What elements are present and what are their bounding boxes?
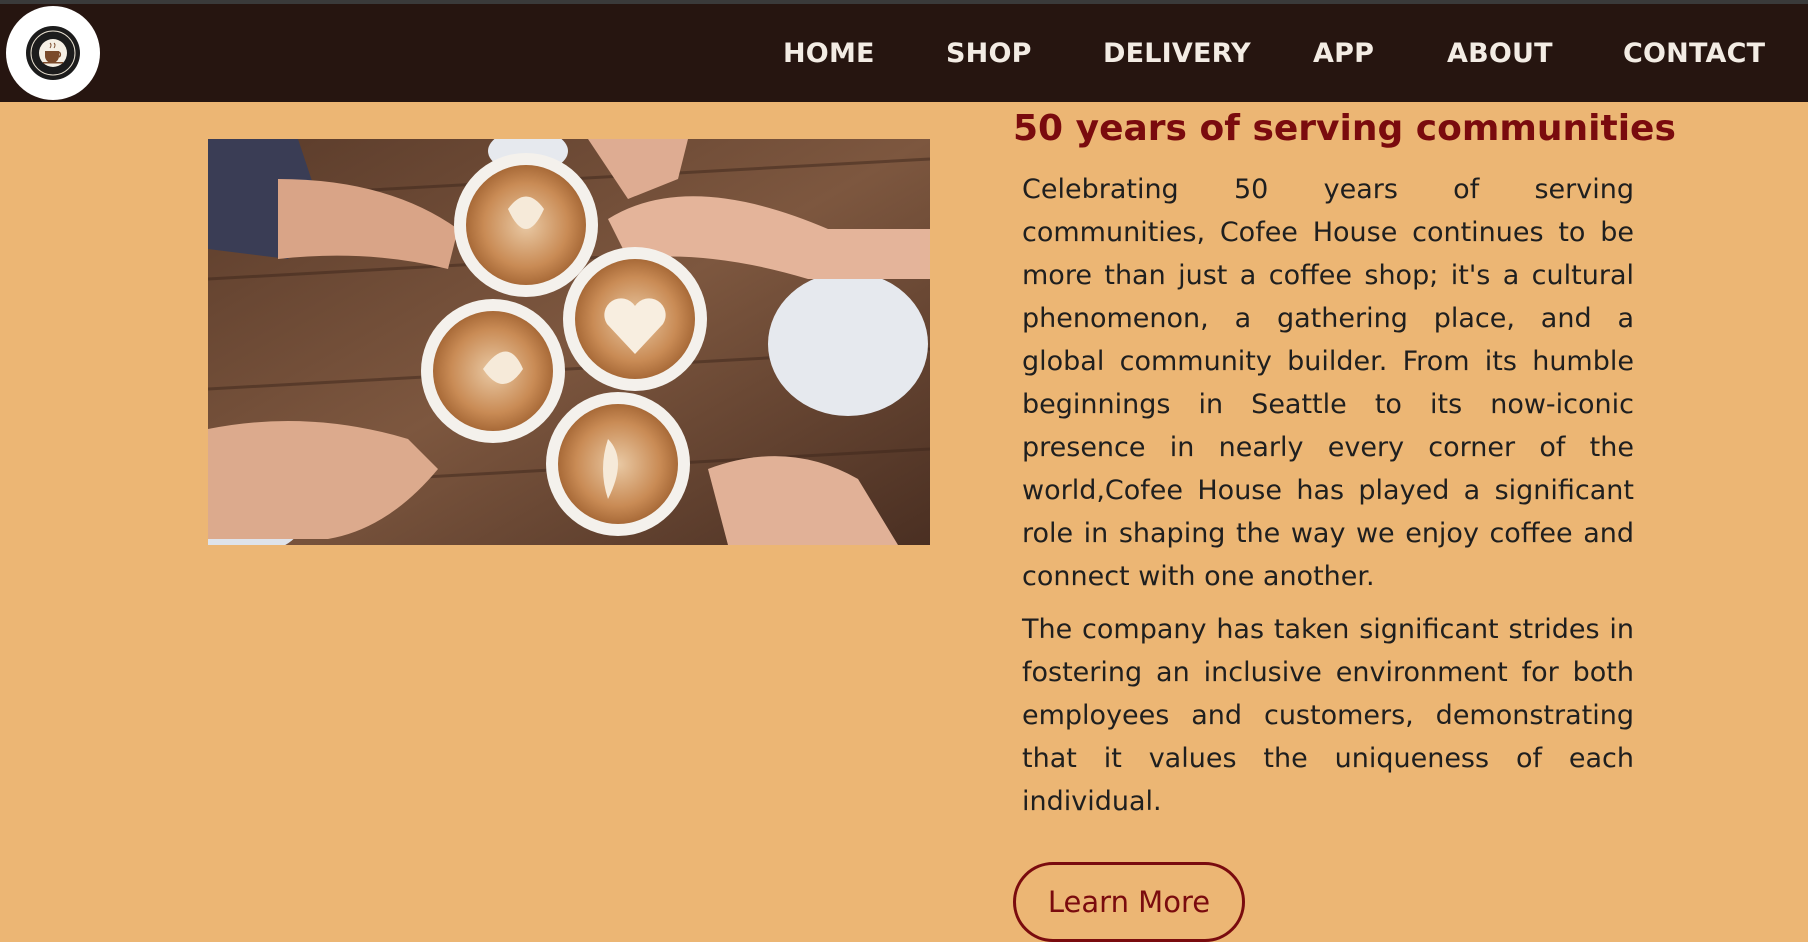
nav-app[interactable]: APP: [1313, 38, 1374, 69]
nav-contact[interactable]: CONTACT: [1623, 38, 1765, 69]
learn-more-button[interactable]: Learn More: [1013, 862, 1245, 942]
nav-about[interactable]: ABOUT: [1447, 38, 1553, 69]
coffee-cups-photo-icon: [208, 139, 930, 545]
nav-shop[interactable]: SHOP: [946, 38, 1032, 69]
coffee-shop-logo-icon: [26, 26, 80, 80]
intro-paragraph: Celebrating 50 years of serving communit…: [1022, 174, 1634, 592]
nav-home[interactable]: HOME: [783, 38, 875, 69]
coffee-cups-image: [208, 139, 930, 545]
nav-delivery[interactable]: DELIVERY: [1103, 38, 1251, 69]
page-title: 50 years of serving communities: [1013, 108, 1676, 149]
logo[interactable]: [6, 6, 100, 100]
inclusion-paragraph: The company has taken significant stride…: [1022, 614, 1634, 817]
navbar: HOME SHOP DELIVERY APP ABOUT CONTACT: [0, 4, 1808, 102]
